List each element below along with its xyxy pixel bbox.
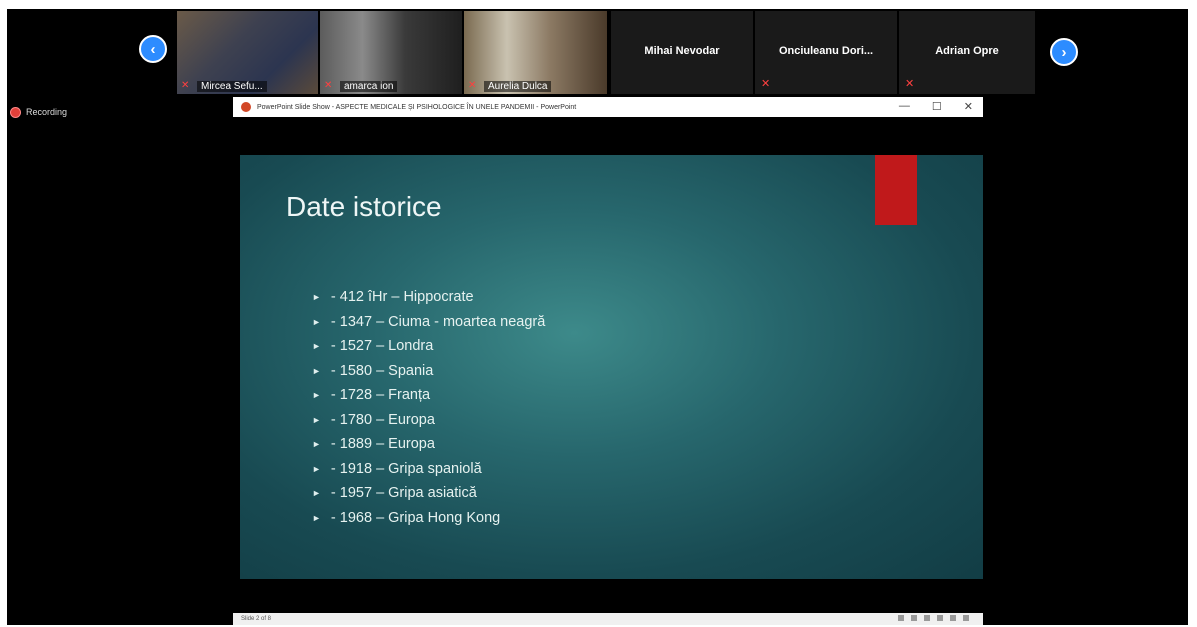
participant-video-tile[interactable]: ✕ Mircea Sefu... xyxy=(177,11,318,94)
close-button[interactable]: ✕ xyxy=(964,100,973,113)
normal-view-icon[interactable] xyxy=(911,615,917,621)
participant-name: Aurelia Dulca xyxy=(484,81,552,92)
recording-label: Recording xyxy=(26,107,68,117)
bullet-item: ► - 1968 – Gripa Hong Kong xyxy=(312,509,501,526)
powerpoint-icon xyxy=(241,102,251,112)
zoom-meeting-window: ‹ ✕ Mircea Sefu... ✕ amarca ion ✕ Aureli… xyxy=(7,9,1188,625)
chevron-left-icon: ‹ xyxy=(150,40,156,58)
participant-tile[interactable]: Adrian Opre ✕ xyxy=(899,11,1035,94)
muted-mic-icon: ✕ xyxy=(181,80,190,91)
bullet-item: ► - 1347 – Ciuma - moartea neagră xyxy=(312,313,546,330)
gallery-previous-button[interactable]: ‹ xyxy=(139,35,167,63)
participant-tile[interactable]: Mihai Nevodar xyxy=(611,11,753,94)
muted-mic-icon: ✕ xyxy=(905,78,915,90)
bullet-item: ► - 1918 – Gripa spaniolă xyxy=(312,460,482,477)
minimize-button[interactable]: — xyxy=(899,100,910,113)
bullet-arrow-icon: ► xyxy=(312,512,321,523)
muted-mic-icon: ✕ xyxy=(761,78,771,90)
muted-mic-icon: ✕ xyxy=(324,80,333,91)
reading-view-icon[interactable] xyxy=(937,615,943,621)
bullet-item: ► - 1580 – Spania xyxy=(312,362,434,379)
muted-mic-icon: ✕ xyxy=(468,80,477,91)
bullet-arrow-icon: ► xyxy=(312,292,321,303)
bullet-arrow-icon: ► xyxy=(312,316,321,327)
sorter-view-icon[interactable] xyxy=(924,615,930,621)
bullet-arrow-icon: ► xyxy=(312,439,321,450)
participant-name: Onciuleanu Dori... xyxy=(778,45,874,57)
slide-accent-bar xyxy=(875,155,917,225)
bullet-arrow-icon: ► xyxy=(312,341,321,352)
bullet-item: ► - 1527 – Londra xyxy=(312,338,434,355)
bullet-arrow-icon: ► xyxy=(312,414,321,425)
participant-name: amarca ion xyxy=(340,81,398,92)
slide-counter: Slide 2 of 8 xyxy=(241,616,272,622)
bullet-item: ► - 412 îHr – Hippocrate xyxy=(312,289,474,306)
window-titlebar: PowerPoint Slide Show - ASPECTE MEDICALE… xyxy=(233,97,983,117)
bullet-arrow-icon: ► xyxy=(312,463,321,474)
bullet-arrow-icon: ► xyxy=(312,488,321,499)
recording-indicator[interactable]: Recording xyxy=(11,107,67,117)
bullet-item: ► - 1957 – Gripa asiatică xyxy=(312,485,477,502)
slideshow-status-bar: Slide 2 of 8 xyxy=(233,613,983,625)
bullet-arrow-icon: ► xyxy=(312,390,321,401)
bullet-item: ► - 1780 – Europa xyxy=(312,411,435,428)
bullet-arrow-icon: ► xyxy=(312,365,321,376)
window-title: PowerPoint Slide Show - ASPECTE MEDICALE… xyxy=(257,103,577,111)
participant-name: Mihai Nevodar xyxy=(644,45,720,57)
restore-button[interactable]: ☐ xyxy=(932,100,942,113)
participant-name: Mircea Sefu... xyxy=(197,81,267,92)
slideshow-view-icon[interactable] xyxy=(950,615,956,621)
gallery-next-button[interactable]: › xyxy=(1050,38,1078,66)
bullet-item: ► - 1728 – Franța xyxy=(312,387,431,404)
slide[interactable]: Date istorice ► - 412 îHr – Hippocrate ► -… xyxy=(240,155,983,579)
participant-video-tile[interactable]: ✕ amarca ion xyxy=(320,11,462,94)
notes-view-icon[interactable] xyxy=(898,615,904,621)
powerpoint-slideshow-window: PowerPoint Slide Show - ASPECTE MEDICALE… xyxy=(233,97,983,625)
zoom-slider-icon[interactable] xyxy=(963,615,969,621)
participant-name: Adrian Opre xyxy=(935,45,999,57)
recording-dot-icon xyxy=(11,107,20,117)
participant-video-tile[interactable]: ✕ Aurelia Dulca xyxy=(464,11,607,94)
bullet-item: ► - 1889 – Europa xyxy=(312,436,435,453)
chevron-right-icon: › xyxy=(1061,43,1067,61)
slide-title: Date istorice xyxy=(286,191,442,222)
bullet-list: ► - 412 îHr – Hippocrate ► - 1347 – Ciuma … xyxy=(312,285,545,530)
participant-tile[interactable]: Onciuleanu Dori... ✕ xyxy=(755,11,897,94)
